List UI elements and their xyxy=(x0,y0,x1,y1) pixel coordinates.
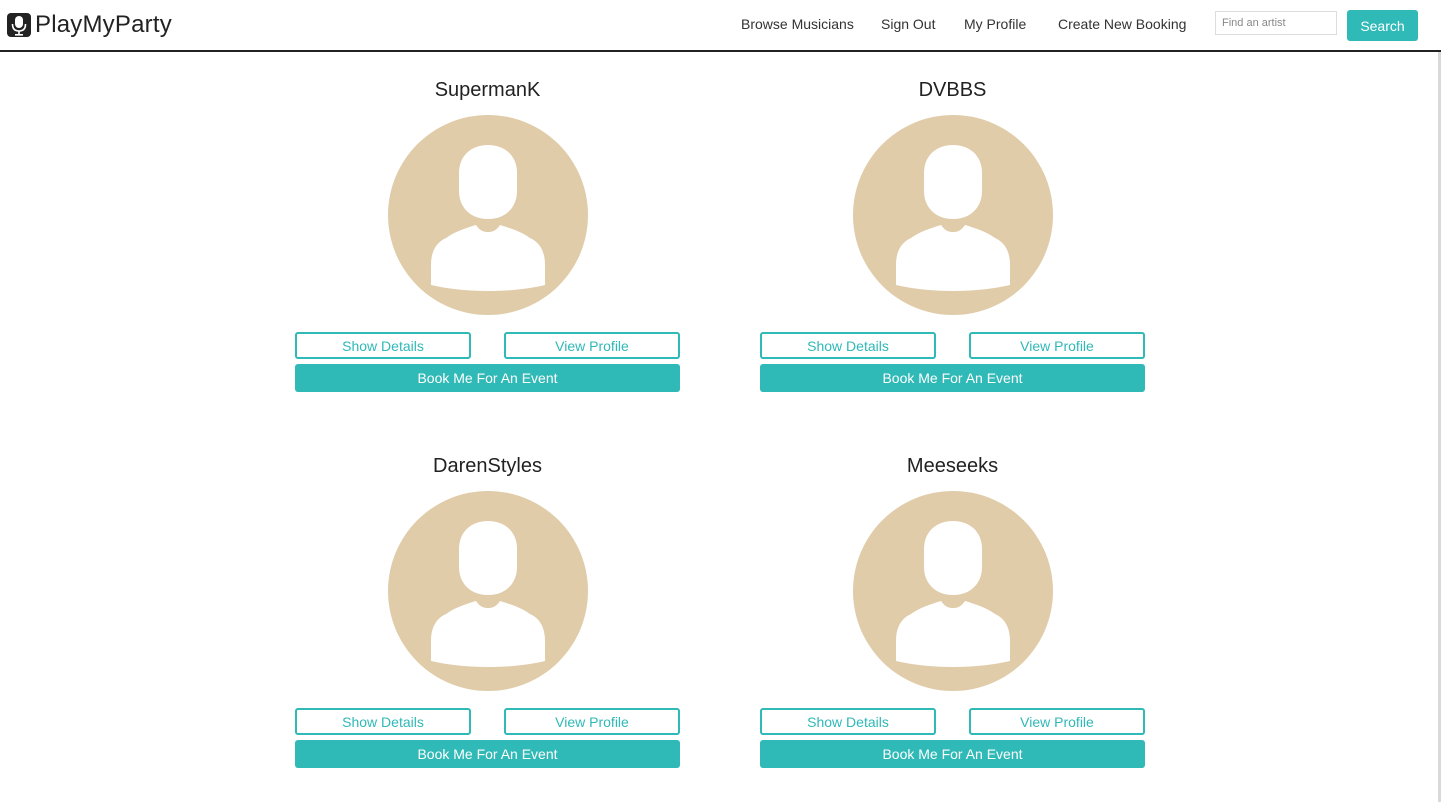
avatar-placeholder-icon xyxy=(853,115,1053,315)
nav-my-profile[interactable]: My Profile xyxy=(964,16,1026,32)
nav-create-new-booking[interactable]: Create New Booking xyxy=(1058,16,1186,32)
musician-name: Meeseeks xyxy=(906,455,999,477)
avatar-placeholder-icon xyxy=(853,491,1053,691)
nav-browse-musicians[interactable]: Browse Musicians xyxy=(741,16,854,32)
musician-name: SupermanK xyxy=(434,79,541,101)
book-event-button[interactable]: Book Me For An Event xyxy=(760,364,1145,392)
brand-link[interactable]: PlayMyParty xyxy=(6,9,172,41)
book-event-button[interactable]: Book Me For An Event xyxy=(295,364,680,392)
show-details-button[interactable]: Show Details xyxy=(760,708,936,735)
show-details-button[interactable]: Show Details xyxy=(760,332,936,359)
book-event-button[interactable]: Book Me For An Event xyxy=(295,740,680,768)
microphone-icon xyxy=(7,13,31,37)
avatar-placeholder-icon xyxy=(388,491,588,691)
search-input[interactable] xyxy=(1215,11,1337,35)
show-details-button[interactable]: Show Details xyxy=(295,332,471,359)
musician-name: DarenStyles xyxy=(433,455,542,477)
avatar-placeholder-icon xyxy=(388,115,588,315)
view-profile-button[interactable]: View Profile xyxy=(504,708,680,735)
brand-name: PlayMyParty xyxy=(35,11,172,38)
view-profile-button[interactable]: View Profile xyxy=(969,708,1145,735)
show-details-button[interactable]: Show Details xyxy=(295,708,471,735)
search-button[interactable]: Search xyxy=(1347,10,1418,41)
view-profile-button[interactable]: View Profile xyxy=(504,332,680,359)
book-event-button[interactable]: Book Me For An Event xyxy=(760,740,1145,768)
nav-sign-out[interactable]: Sign Out xyxy=(881,16,935,32)
view-profile-button[interactable]: View Profile xyxy=(969,332,1145,359)
top-navbar: PlayMyParty Browse Musicians Sign Out My… xyxy=(0,0,1441,52)
musician-name: DVBBS xyxy=(918,79,987,101)
